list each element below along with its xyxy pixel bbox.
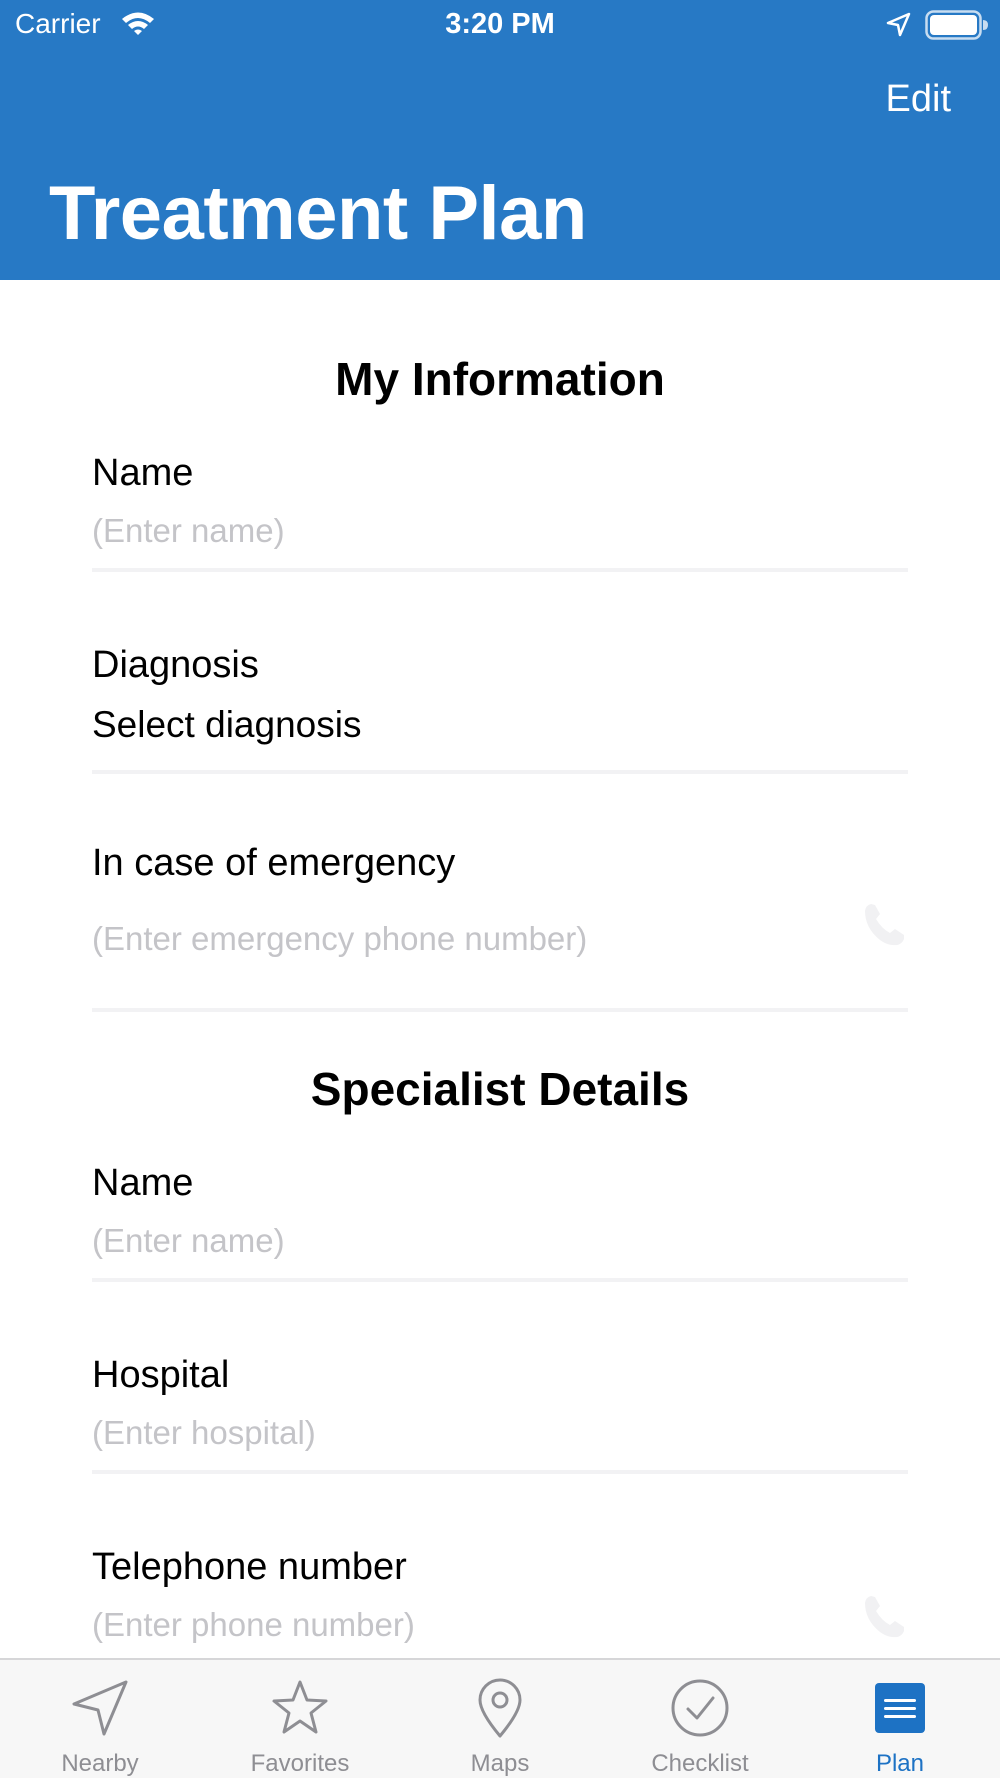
tab-plan[interactable]: Plan — [800, 1660, 1000, 1778]
telephone-input[interactable] — [92, 1606, 792, 1644]
separator — [92, 770, 908, 774]
tab-checklist[interactable]: Checklist — [600, 1660, 800, 1778]
map-pin-icon — [468, 1676, 532, 1740]
star-icon — [268, 1676, 332, 1740]
navigation-arrow-icon — [68, 1676, 132, 1740]
hospital-field: Hospital — [92, 1354, 908, 1476]
page-title: Treatment Plan — [49, 171, 587, 256]
tab-favorites[interactable]: Favorites — [200, 1660, 400, 1778]
tab-label: Plan — [875, 1750, 925, 1777]
hospital-label: Hospital — [92, 1354, 230, 1396]
tab-label: Maps — [470, 1750, 530, 1777]
list-icon — [868, 1676, 932, 1740]
separator — [92, 1470, 908, 1474]
emergency-field: In case of emergency — [92, 842, 908, 1012]
location-arrow-icon — [884, 11, 912, 44]
hospital-input[interactable] — [92, 1414, 792, 1452]
separator — [92, 1008, 908, 1012]
tab-nearby[interactable]: Nearby — [0, 1660, 200, 1778]
checkmark-circle-icon — [668, 1676, 732, 1740]
treatment-plan-form[interactable]: My Information Name Diagnosis Select dia… — [0, 280, 1000, 1658]
diagnosis-label: Diagnosis — [92, 644, 259, 686]
tab-bar: Nearby Favorites Maps Checklist Plan — [0, 1658, 1000, 1778]
specialist-name-label: Name — [92, 1162, 194, 1204]
edit-button[interactable]: Edit — [886, 78, 951, 121]
tab-maps[interactable]: Maps — [400, 1660, 600, 1778]
emergency-label: In case of emergency — [92, 842, 456, 884]
telephone-field: Telephone number — [92, 1546, 908, 1658]
my-name-label: Name — [92, 452, 194, 494]
my-name-input[interactable] — [92, 512, 792, 550]
tab-label: Nearby — [61, 1750, 139, 1777]
navigation-header: Carrier 3:20 PM Edit Treatment Plan — [0, 0, 1000, 280]
phone-icon[interactable] — [860, 1592, 908, 1645]
separator — [92, 1278, 908, 1282]
my-name-field: Name — [92, 452, 908, 574]
battery-icon — [925, 10, 989, 45]
specialist-name-input[interactable] — [92, 1222, 792, 1260]
diagnosis-field: Diagnosis Select diagnosis — [92, 644, 908, 776]
specialist-name-field: Name — [92, 1162, 908, 1284]
status-time: 3:20 PM — [445, 8, 555, 40]
emergency-phone-input[interactable] — [92, 920, 792, 958]
separator — [92, 568, 908, 572]
status-bar: Carrier 3:20 PM — [0, 0, 1000, 50]
phone-icon[interactable] — [860, 900, 908, 953]
tab-label: Favorites — [250, 1750, 350, 1777]
my-information-heading: My Information — [335, 353, 665, 405]
diagnosis-select[interactable]: Select diagnosis — [92, 704, 361, 746]
specialist-details-heading: Specialist Details — [310, 1063, 690, 1115]
telephone-label: Telephone number — [92, 1546, 407, 1588]
tab-label: Checklist — [651, 1750, 749, 1777]
